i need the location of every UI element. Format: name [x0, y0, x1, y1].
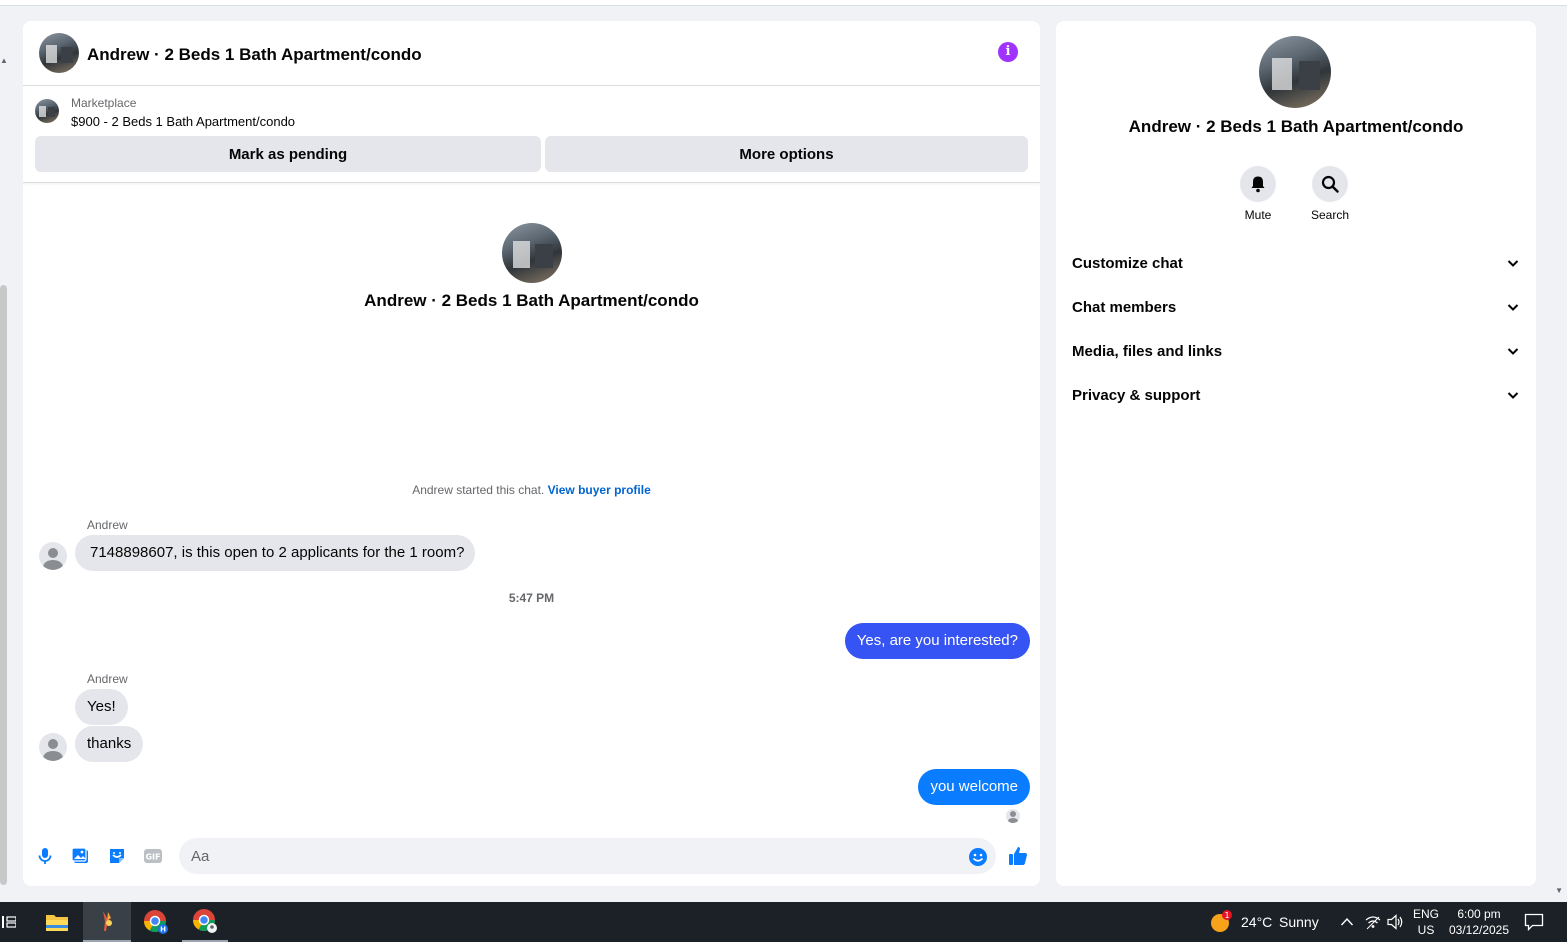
weather-description[interactable]: Sunny [1279, 914, 1319, 930]
app-icon-active[interactable] [83, 902, 131, 942]
section-label: Chat members [1072, 298, 1177, 316]
andrew-avatar[interactable] [39, 733, 67, 761]
weather-sun-icon[interactable]: 1 [1210, 910, 1234, 934]
sender-name: Andrew [87, 518, 128, 532]
conversation-info-panel: Andrew · 2 Beds 1 Bath Apartment/condo M… [1056, 21, 1536, 886]
section-label: Privacy & support [1072, 386, 1201, 404]
bell-icon [1251, 176, 1265, 193]
section-label: Media, files and links [1072, 342, 1223, 360]
intro-title: Andrew · 2 Beds 1 Bath Apartment/condo [364, 291, 699, 310]
section-label: Customize chat [1072, 254, 1183, 272]
emoji-icon[interactable] [968, 847, 988, 867]
task-view-icon[interactable] [0, 902, 18, 942]
clock-time: 6:00 pm [1457, 907, 1501, 921]
section-privacy-support[interactable]: Privacy & support [1072, 373, 1520, 417]
message-bubble-outgoing[interactable]: you welcome [918, 769, 1030, 805]
chrome-profile-icon[interactable] [182, 902, 228, 942]
message-timestamp: 5:47 PM [508, 591, 555, 605]
mute-label: Mute [1244, 208, 1272, 222]
chevron-down-icon [1507, 260, 1519, 267]
more-options-button[interactable]: More options [545, 136, 1028, 172]
chevron-down-icon [1507, 304, 1519, 311]
clock-date: 03/12/2025 [1448, 923, 1510, 937]
search-icon [1321, 175, 1339, 193]
marketplace-bar: Marketplace $900 - 2 Beds 1 Bath Apartme… [23, 86, 1040, 183]
chat-header: Andrew · 2 Beds 1 Bath Apartment/condo i [23, 21, 1040, 86]
info-avatar[interactable] [1259, 36, 1331, 108]
marketplace-label: Marketplace [71, 96, 137, 110]
seen-indicator-avatar [1006, 809, 1020, 823]
listing-thumbnail[interactable] [35, 99, 59, 123]
scroll-up-arrow-icon[interactable]: ▲ [0, 56, 8, 65]
chat-title[interactable]: Andrew · 2 Beds 1 Bath Apartment/condo [87, 45, 422, 65]
page-scrollbar[interactable] [0, 285, 7, 885]
chat-started-notice: Andrew started this chat. View buyer pro… [23, 483, 1040, 497]
photo-icon[interactable] [71, 846, 91, 866]
message-bubble-incoming[interactable]: 7148898607, is this open to 2 applicants… [75, 535, 476, 571]
keyboard-region: US [1417, 923, 1435, 937]
volume-icon[interactable] [1387, 914, 1405, 930]
microphone-icon[interactable] [35, 846, 55, 866]
message-composer: GIF [23, 836, 1040, 876]
view-buyer-profile-link[interactable]: View buyer profile [548, 483, 651, 497]
listing-price-title[interactable]: $900 - 2 Beds 1 Bath Apartment/condo [71, 114, 295, 129]
search-button[interactable] [1312, 166, 1348, 202]
svg-text:GIF: GIF [145, 853, 160, 862]
started-text: Andrew started this chat. [412, 483, 545, 497]
sticker-icon[interactable] [107, 846, 127, 866]
gif-icon[interactable]: GIF [143, 846, 163, 866]
info-icon[interactable]: i [998, 42, 1018, 62]
language-indicator[interactable]: ENG US [1410, 906, 1442, 938]
message-input[interactable] [179, 838, 996, 874]
sender-name: Andrew [87, 672, 128, 686]
listing-avatar[interactable] [39, 33, 79, 73]
chevron-down-icon [1507, 392, 1519, 399]
chrome-profile-h-icon[interactable]: H [133, 902, 179, 942]
scroll-down-arrow-icon[interactable]: ▼ [1555, 886, 1563, 895]
like-thumbs-up-icon[interactable] [1007, 845, 1029, 867]
network-icon[interactable] [1365, 914, 1381, 930]
weather-temperature[interactable]: 24°C [1241, 914, 1272, 930]
mark-as-pending-button[interactable]: Mark as pending [35, 136, 541, 172]
section-customize-chat[interactable]: Customize chat [1072, 241, 1520, 285]
top-strip [0, 0, 1567, 6]
search-action[interactable]: Search [1300, 166, 1360, 222]
message-bubble-incoming[interactable]: Yes! [75, 689, 128, 725]
mute-button[interactable] [1240, 166, 1276, 202]
svg-text:H: H [160, 926, 166, 934]
message-bubble-outgoing[interactable]: Yes, are you interested? [844, 623, 1030, 659]
clock[interactable]: 6:00 pm 03/12/2025 [1446, 906, 1512, 938]
message-bubble-incoming[interactable]: thanks [75, 726, 144, 762]
chevron-down-icon [1507, 348, 1519, 355]
section-chat-members[interactable]: Chat members [1072, 285, 1520, 329]
chat-panel: Andrew · 2 Beds 1 Bath Apartment/condo i… [23, 21, 1040, 886]
section-media-files-links[interactable]: Media, files and links [1072, 329, 1520, 373]
intro-avatar [502, 223, 562, 283]
windows-taskbar: H 1 24°C Sunny ENG US 6:00 pm 03/12/2025 [0, 902, 1567, 942]
language-code: ENG [1412, 907, 1439, 921]
andrew-avatar[interactable] [39, 542, 67, 570]
file-explorer-icon[interactable] [34, 902, 80, 942]
info-title: Andrew · 2 Beds 1 Bath Apartment/condo [1128, 117, 1464, 136]
weather-badge: 1 [1224, 911, 1229, 920]
notification-center-icon[interactable] [1524, 913, 1544, 931]
mute-action[interactable]: Mute [1228, 166, 1288, 222]
search-label: Search [1310, 208, 1350, 222]
chevron-up-icon[interactable] [1340, 916, 1354, 928]
